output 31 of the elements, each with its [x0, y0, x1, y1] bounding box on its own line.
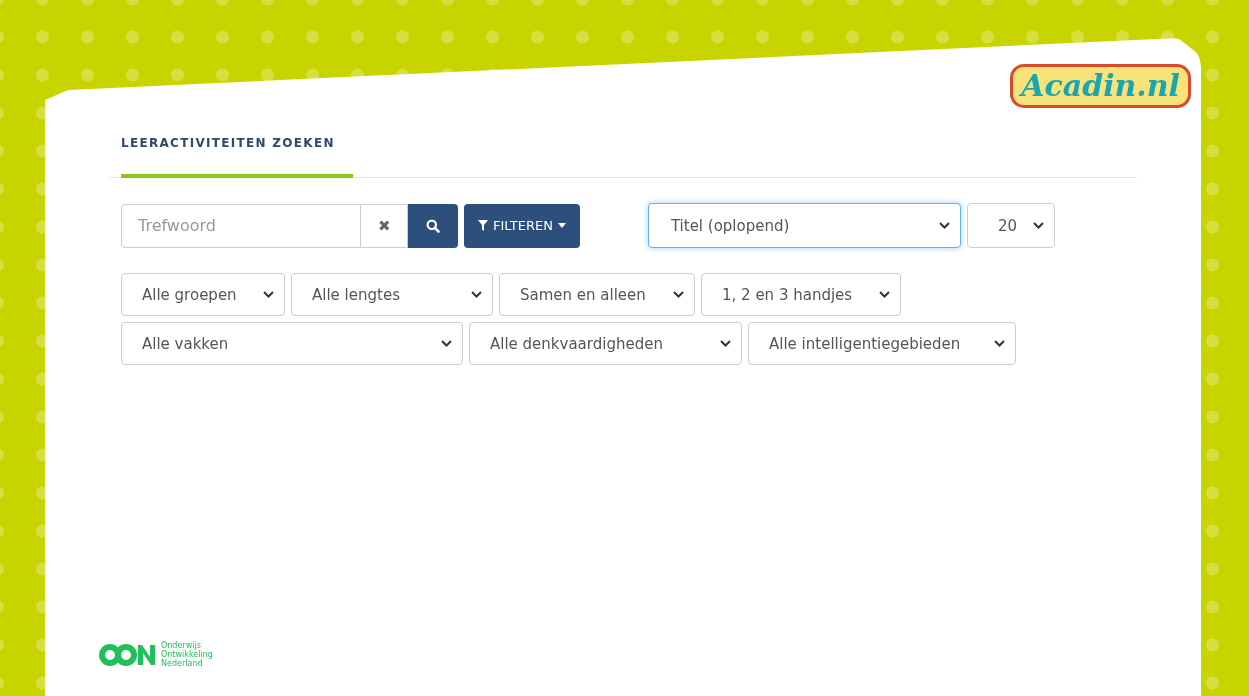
logo-text: Onderwijs — [161, 641, 202, 650]
chevron-icon — [673, 291, 684, 298]
search-icon — [426, 218, 440, 233]
filter-dropdown[interactable]: Samen en alleen — [499, 273, 695, 316]
filter-button[interactable]: FILTEREN — [464, 203, 580, 248]
logo-text: Ontwikkeling — [161, 650, 213, 659]
filter-dropdown[interactable]: Alle lengtes — [291, 273, 493, 316]
clear-button[interactable]: ✖ — [361, 203, 408, 248]
search-field[interactable]: Trefwoord — [121, 203, 361, 248]
filter-dropdown[interactable]: Alle denkvaardigheden — [469, 322, 742, 365]
filter-dropdown[interactable]: 1, 2 en 3 handjes — [701, 273, 901, 316]
chevron-icon — [1032, 222, 1044, 229]
chevron-icon — [938, 222, 950, 229]
chevron-icon — [994, 340, 1005, 347]
caret-icon — [557, 223, 566, 228]
logo-text: Nederland — [161, 659, 203, 668]
tab[interactable]: LEERACTIVITEITEN ZOEKEN — [121, 128, 353, 178]
filter-dropdown[interactable]: Alle groepen — [121, 273, 285, 316]
chevron-icon — [720, 340, 731, 347]
chevron-icon — [471, 291, 482, 298]
page-size-dropdown[interactable]: 20 — [966, 203, 1055, 248]
chevron-icon — [879, 291, 890, 298]
filter-dropdown[interactable]: Alle vakken — [121, 322, 463, 365]
funnel-icon — [478, 220, 488, 231]
search-button[interactable] — [408, 203, 458, 248]
acadin-logo: Acadin.nl — [1010, 64, 1191, 108]
oon-logo-icon — [99, 642, 157, 667]
sort-dropdown[interactable]: Titel (oplopend) — [647, 203, 961, 248]
filter-dropdown[interactable]: Alle intelligentiegebieden — [748, 322, 1016, 365]
chevron-icon — [441, 340, 452, 347]
chevron-icon — [263, 291, 274, 298]
